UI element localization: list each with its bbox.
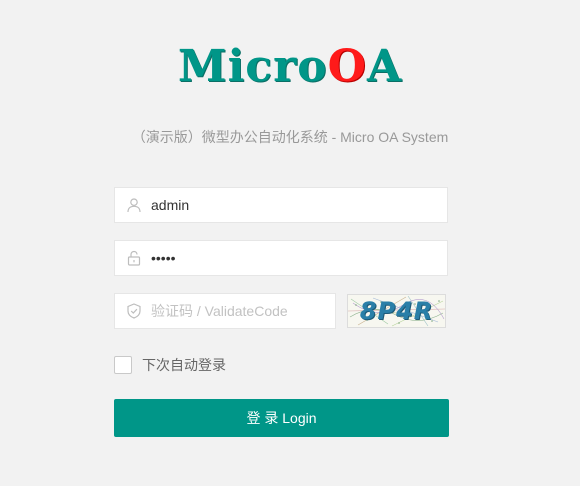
login-button[interactable]: 登 录 Login bbox=[114, 399, 449, 437]
captcha-text: 8P4R bbox=[359, 297, 434, 325]
remember-checkbox[interactable] bbox=[114, 356, 132, 374]
username-input[interactable] bbox=[151, 188, 431, 222]
username-field-container bbox=[114, 187, 448, 223]
remember-label: 下次自动登录 bbox=[142, 357, 226, 373]
captcha-image[interactable]: 8P4R bbox=[347, 294, 446, 328]
lock-icon bbox=[126, 250, 142, 266]
captcha-field-container bbox=[114, 293, 336, 329]
user-icon bbox=[126, 197, 142, 213]
remember-me[interactable]: 下次自动登录 bbox=[114, 356, 226, 374]
logo-text-oa-accent: O bbox=[327, 41, 367, 92]
logo-text-a: A bbox=[366, 41, 403, 92]
shield-check-icon bbox=[126, 303, 142, 319]
password-field-container bbox=[114, 240, 448, 276]
app-logo: MicroOA bbox=[0, 40, 580, 94]
app-subtitle: （演示版）微型办公自动化系统 - Micro OA System bbox=[131, 129, 449, 145]
password-input[interactable] bbox=[151, 241, 431, 275]
logo-text-micro: Micro bbox=[177, 41, 328, 92]
login-page: MicroOA （演示版）微型办公自动化系统 - Micro OA System bbox=[0, 0, 580, 486]
captcha-input[interactable] bbox=[151, 294, 321, 328]
